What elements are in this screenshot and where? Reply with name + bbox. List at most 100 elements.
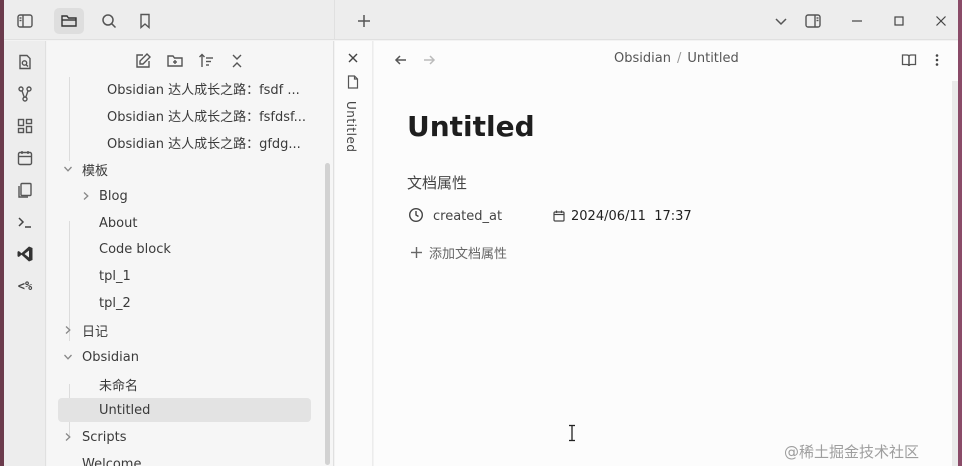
tree-folder-templates[interactable]: 模板	[61, 157, 261, 181]
nav-back-button[interactable]	[389, 49, 413, 71]
templater-button[interactable]: <%	[11, 274, 39, 298]
tree-item-label: 日记	[82, 324, 109, 340]
new-note-button[interactable]	[131, 50, 155, 72]
vertical-tab-strip: Untitled	[335, 41, 373, 466]
close-tab-button[interactable]	[347, 52, 359, 64]
tree-item-label: 未命名	[99, 378, 139, 394]
tree-item[interactable]: 未命名	[99, 372, 299, 396]
note-title[interactable]: Untitled	[407, 110, 535, 143]
plus-icon	[356, 13, 372, 29]
quick-switcher-icon	[16, 53, 34, 71]
tree-item-active[interactable]: Untitled	[58, 398, 311, 422]
reading-view-button[interactable]	[897, 49, 921, 71]
chevron-right-icon	[63, 325, 73, 335]
templates-button[interactable]	[11, 178, 39, 202]
title-bar	[4, 0, 958, 40]
sidebar-scrollbar[interactable]	[325, 163, 330, 465]
breadcrumb-separator: /	[676, 51, 682, 66]
templates-icon	[16, 181, 34, 199]
tree-folder-blog[interactable]: Blog	[79, 184, 279, 208]
close-button[interactable]	[926, 8, 956, 34]
new-note-icon	[134, 52, 152, 70]
search-icon	[100, 12, 118, 30]
quick-switcher-button[interactable]	[11, 50, 39, 74]
close-icon	[347, 52, 359, 64]
tree-item-label: tpl_2	[99, 295, 131, 311]
new-tab-button[interactable]	[349, 8, 379, 34]
new-folder-button[interactable]	[163, 50, 187, 72]
terminal-button[interactable]	[11, 210, 39, 234]
property-value[interactable]: 2024/06/11 17:37	[571, 209, 692, 224]
tree-item-label: Scripts	[82, 429, 127, 445]
tree-folder-scripts[interactable]: Scripts	[61, 425, 261, 449]
title-bar-divider	[334, 0, 335, 40]
tree-item-label: 模板	[82, 163, 109, 179]
sidebar-toggle-button[interactable]	[10, 8, 40, 34]
tree-item[interactable]: Code block	[99, 237, 299, 261]
graph-view-icon	[16, 85, 34, 103]
arrow-left-icon	[394, 53, 408, 67]
file-icon	[347, 75, 359, 89]
calendar-icon	[553, 210, 565, 222]
arrow-right-icon	[422, 53, 436, 67]
tree-item-label: About	[99, 215, 138, 231]
tree-item[interactable]: Obsidian 达人成长之路：gfdg...	[107, 130, 307, 154]
book-open-icon	[901, 52, 917, 68]
tab-list-button[interactable]	[766, 8, 796, 34]
add-property-button[interactable]: 添加文档属性	[410, 243, 507, 262]
ribbon: <%	[4, 41, 46, 466]
daily-note-button[interactable]	[11, 146, 39, 170]
plus-icon	[410, 246, 423, 259]
vscode-button[interactable]	[11, 242, 39, 266]
maximize-icon	[893, 15, 905, 27]
tree-folder-diary[interactable]: 日记	[61, 318, 261, 342]
bookmark-icon	[136, 12, 154, 30]
tree-item[interactable]: Welcome	[82, 452, 282, 466]
add-property-label: 添加文档属性	[429, 247, 508, 262]
breadcrumb-note[interactable]: Untitled	[687, 51, 738, 66]
sort-button[interactable]	[194, 50, 218, 72]
chevron-down-icon	[774, 14, 788, 28]
tree-item-label: Obsidian	[82, 349, 139, 365]
bookmarks-tab-button[interactable]	[130, 8, 160, 34]
property-key[interactable]: created_at	[433, 209, 502, 224]
vertical-tab-untitled[interactable]: Untitled	[344, 101, 358, 152]
text-cursor-icon	[567, 424, 577, 442]
file-explorer-toolbar	[47, 41, 333, 77]
editor-pane: Obsidian / Untitled Untitled 文档属性 created_…	[374, 41, 958, 466]
nav-forward-button[interactable]	[417, 49, 441, 71]
collapse-all-button[interactable]	[225, 50, 249, 72]
more-vertical-icon	[930, 53, 944, 67]
editor-scrollbar[interactable]	[952, 81, 958, 466]
tree-item[interactable]: Obsidian 达人成长之路：fsdf ...	[107, 76, 307, 100]
more-options-button[interactable]	[925, 49, 949, 71]
maximize-button[interactable]	[884, 8, 914, 34]
daily-note-icon	[16, 149, 34, 167]
graph-view-button[interactable]	[11, 82, 39, 106]
tree-item[interactable]: About	[99, 211, 299, 235]
tree-indent-guide	[69, 77, 70, 161]
chevron-down-icon	[63, 352, 73, 362]
properties-heading: 文档属性	[407, 174, 468, 192]
right-sidebar-toggle-button[interactable]	[798, 8, 828, 34]
canvas-button[interactable]	[11, 114, 39, 138]
tree-item[interactable]: Obsidian 达人成长之路：fsfdsf...	[107, 103, 307, 127]
tree-item-label: Obsidian 达人成长之路：gfdg...	[107, 136, 301, 152]
tree-folder-obsidian[interactable]: Obsidian	[61, 345, 261, 369]
minimize-button[interactable]	[842, 8, 872, 34]
watermark: @稀土掘金技术社区	[784, 443, 920, 461]
property-row: created_at 2024/06/11 17:37	[407, 205, 887, 229]
breadcrumb-folder[interactable]: Obsidian	[614, 51, 671, 66]
tree-item[interactable]: tpl_1	[99, 264, 299, 288]
sort-icon	[197, 52, 215, 70]
vscode-icon	[16, 245, 34, 263]
tree-item-label: Untitled	[99, 402, 151, 418]
canvas-icon	[16, 117, 34, 135]
chevron-down-icon	[63, 164, 73, 174]
tree-item-label: Obsidian 达人成长之路：fsfdsf...	[107, 109, 307, 125]
tree-item[interactable]: tpl_2	[99, 291, 299, 315]
minimize-icon	[851, 15, 863, 27]
clock-icon[interactable]	[408, 207, 424, 223]
search-tab-button[interactable]	[94, 8, 124, 34]
files-tab-button[interactable]	[54, 8, 84, 34]
